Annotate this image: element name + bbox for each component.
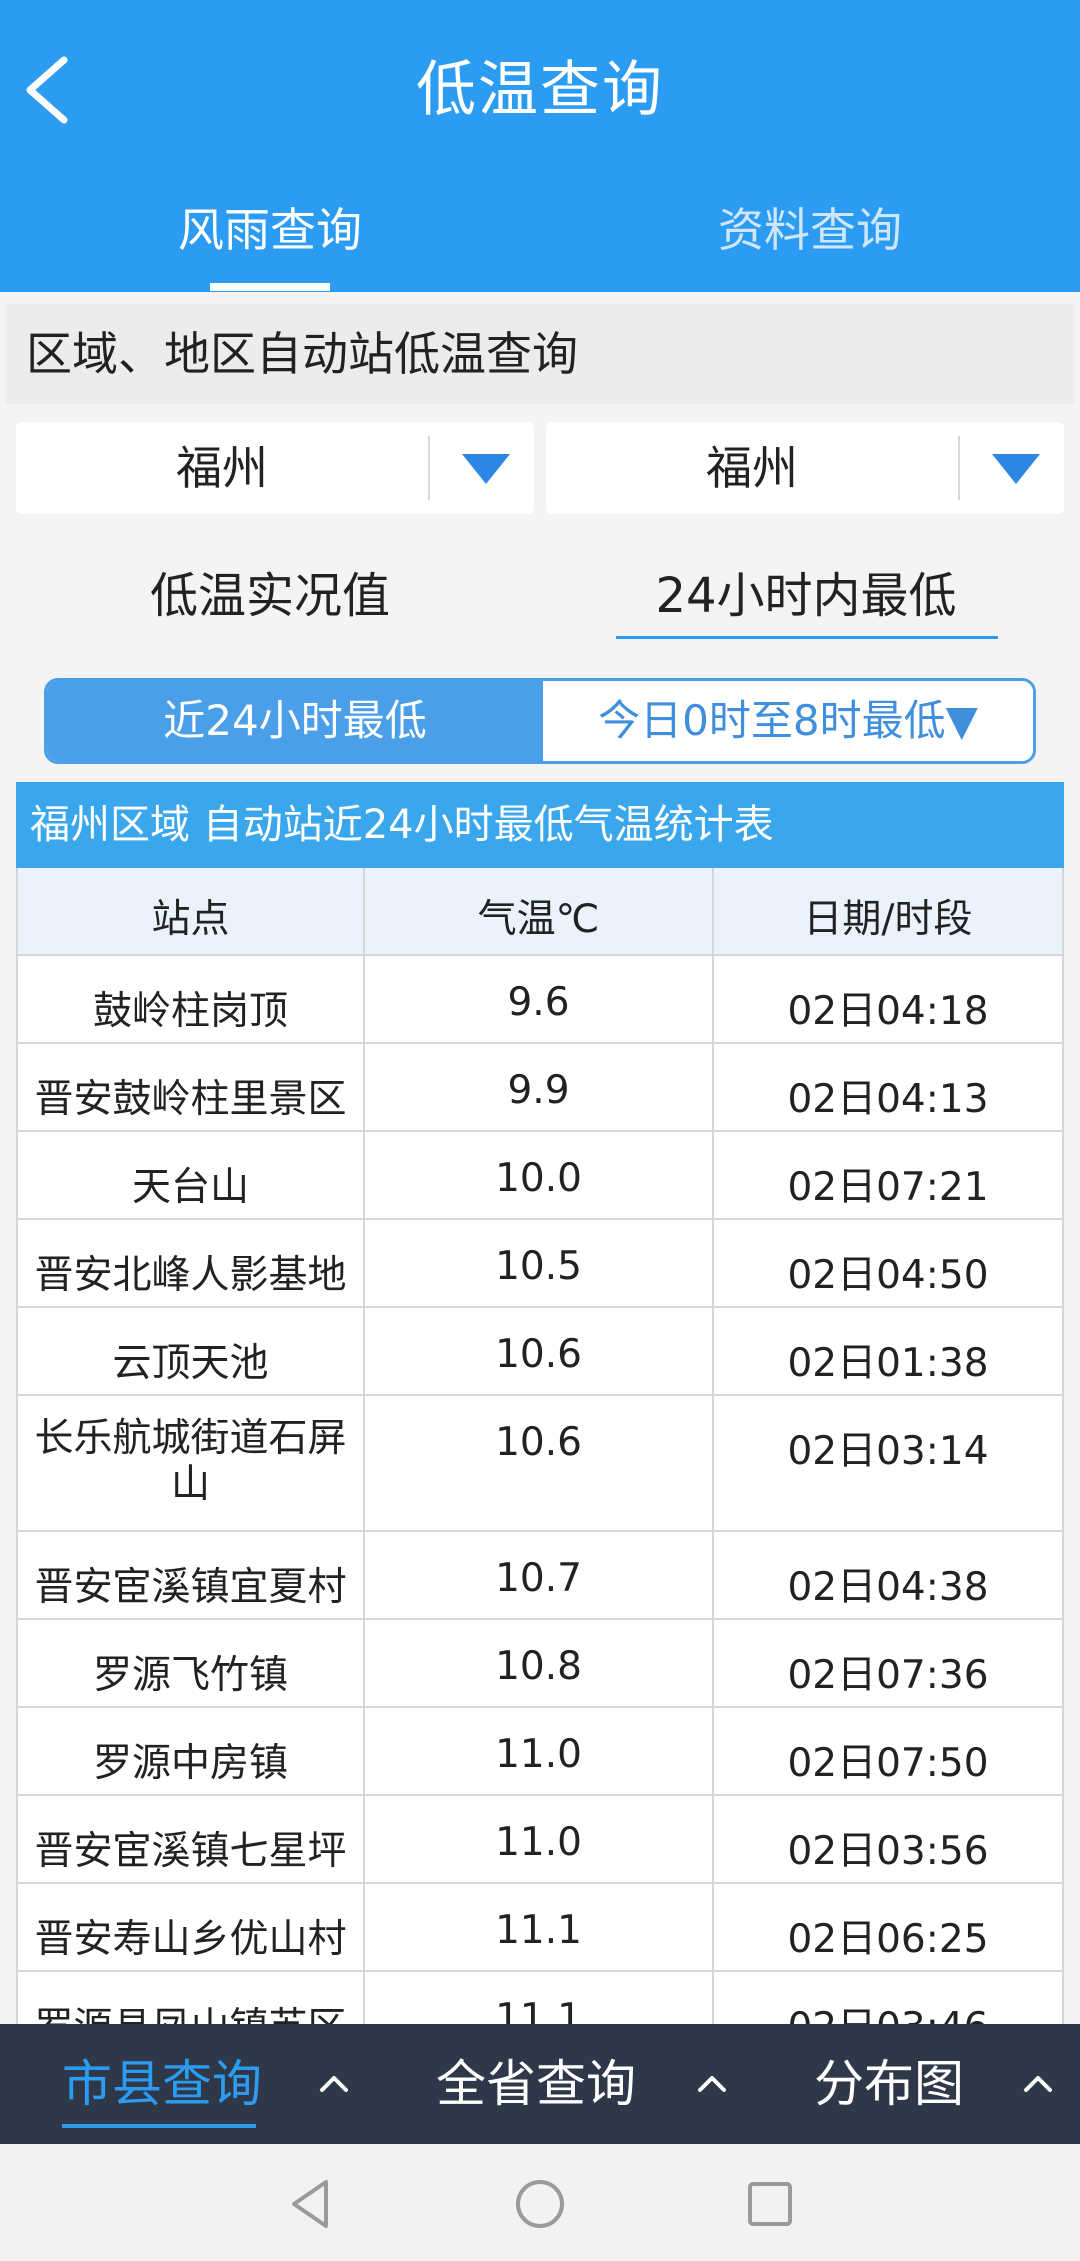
- system-back-icon[interactable]: [280, 2174, 340, 2234]
- chevron-up-icon[interactable]: [1020, 2070, 1056, 2094]
- table-row[interactable]: 晋安宦溪镇七星坪 11.0 02日03:56: [16, 1796, 1064, 1884]
- station-name: 罗源飞竹镇: [16, 1620, 365, 1706]
- datetime-value: 02日06:25: [714, 1884, 1064, 1970]
- dropdown-triangle-icon[interactable]: [990, 452, 1042, 486]
- nav-distribution-map[interactable]: 分布图: [814, 2024, 964, 2144]
- datetime-value: 02日07:36: [714, 1620, 1064, 1706]
- option-low-temp-live[interactable]: 低温实况值: [100, 556, 440, 636]
- datetime-value: 02日07:21: [714, 1132, 1064, 1218]
- segment-today-0-8[interactable]: 今日0时至8时最低▼: [543, 681, 1033, 761]
- app-header: 低温查询 风雨查询 资料查询: [0, 0, 1080, 292]
- section-title: 区域、地区自动站低温查询: [6, 304, 1074, 404]
- tab-data-query[interactable]: 资料查询: [690, 190, 930, 270]
- temperature-table: 站点 气温℃ 日期/时段 鼓岭柱岗顶 9.6 02日04:18 晋安鼓岭柱里景区…: [16, 868, 1064, 2060]
- temperature-value: 9.6: [365, 956, 714, 1042]
- chevron-up-icon[interactable]: [694, 2070, 730, 2094]
- table-row[interactable]: 鼓岭柱岗顶 9.6 02日04:18: [16, 956, 1064, 1044]
- datetime-value: 02日04:13: [714, 1044, 1064, 1130]
- option-24h-lowest[interactable]: 24小时内最低: [616, 556, 996, 636]
- table-row[interactable]: 晋安宦溪镇宜夏村 10.7 02日04:38: [16, 1532, 1064, 1620]
- temperature-value: 10.0: [365, 1132, 714, 1218]
- table-row[interactable]: 晋安北峰人影基地 10.5 02日04:50: [16, 1220, 1064, 1308]
- station-name: 罗源中房镇: [16, 1708, 365, 1794]
- datetime-value: 02日03:56: [714, 1796, 1064, 1882]
- active-tab-indicator: [210, 283, 330, 291]
- temperature-value: 11.0: [365, 1708, 714, 1794]
- temperature-value: 11.0: [365, 1796, 714, 1882]
- station-name: 晋安宦溪镇宜夏村: [16, 1532, 365, 1618]
- datetime-value: 02日04:50: [714, 1220, 1064, 1306]
- selected-option-underline: [616, 636, 998, 639]
- temperature-value: 10.6: [365, 1308, 714, 1394]
- nav-active-underline: [62, 2124, 256, 2128]
- table-row[interactable]: 天台山 10.0 02日07:21: [16, 1132, 1064, 1220]
- page-title: 低温查询: [416, 55, 664, 125]
- nav-province-query[interactable]: 全省查询: [436, 2024, 636, 2144]
- table-title: 福州区域 自动站近24小时最低气温统计表: [16, 782, 1064, 868]
- station-name: 云顶天池: [16, 1308, 365, 1394]
- header-temperature: 气温℃: [365, 868, 714, 954]
- table-row[interactable]: 罗源中房镇 11.0 02日07:50: [16, 1708, 1064, 1796]
- temperature-value: 9.9: [365, 1044, 714, 1130]
- temperature-value: 10.5: [365, 1220, 714, 1306]
- table-row[interactable]: 云顶天池 10.6 02日01:38: [16, 1308, 1064, 1396]
- tab-wind-rain-query[interactable]: 风雨查询: [150, 190, 390, 270]
- area-dropdown[interactable]: 福州: [546, 422, 1064, 514]
- chevron-up-icon[interactable]: [316, 2070, 352, 2094]
- station-name: 长乐航城街道石屏山: [16, 1396, 365, 1530]
- table-row[interactable]: 罗源飞竹镇 10.8 02日07:36: [16, 1620, 1064, 1708]
- temperature-value: 10.7: [365, 1532, 714, 1618]
- station-name: 晋安鼓岭柱里景区: [16, 1044, 365, 1130]
- temperature-value: 10.8: [365, 1620, 714, 1706]
- region-dropdown-value: 福州: [176, 441, 268, 495]
- region-dropdown[interactable]: 福州: [16, 422, 534, 514]
- station-name: 晋安寿山乡优山村: [16, 1884, 365, 1970]
- table-row[interactable]: 晋安鼓岭柱里景区 9.9 02日04:13: [16, 1044, 1064, 1132]
- time-range-segment: 近24小时最低 今日0时至8时最低▼: [44, 678, 1036, 764]
- datetime-value: 02日07:50: [714, 1708, 1064, 1794]
- table-row[interactable]: 长乐航城街道石屏山 10.6 02日03:14: [16, 1396, 1064, 1532]
- station-name: 晋安北峰人影基地: [16, 1220, 365, 1306]
- datetime-value: 02日04:18: [714, 956, 1064, 1042]
- temperature-value: 11.1: [365, 1884, 714, 1970]
- datetime-value: 02日04:38: [714, 1532, 1064, 1618]
- table-header-row: 站点 气温℃ 日期/时段: [16, 868, 1064, 956]
- system-home-icon[interactable]: [510, 2174, 570, 2234]
- dropdown-triangle-icon[interactable]: [460, 452, 512, 486]
- dropdown-separator: [428, 436, 430, 500]
- bottom-navigation: 市县查询 全省查询 分布图: [0, 2024, 1080, 2144]
- header-datetime: 日期/时段: [714, 868, 1064, 954]
- dropdown-separator: [958, 436, 960, 500]
- segment-last-24h[interactable]: 近24小时最低: [47, 681, 543, 761]
- station-name: 天台山: [16, 1132, 365, 1218]
- datetime-value: 02日03:14: [714, 1396, 1064, 1530]
- table-row[interactable]: 晋安寿山乡优山村 11.1 02日06:25: [16, 1884, 1064, 1972]
- system-navigation-bar: [0, 2144, 1080, 2261]
- station-name: 鼓岭柱岗顶: [16, 956, 365, 1042]
- header-station: 站点: [16, 868, 365, 954]
- system-recent-apps-icon[interactable]: [740, 2174, 800, 2234]
- datetime-value: 02日01:38: [714, 1308, 1064, 1394]
- station-name: 晋安宦溪镇七星坪: [16, 1796, 365, 1882]
- area-dropdown-value: 福州: [706, 441, 798, 495]
- temperature-value: 10.6: [365, 1396, 714, 1530]
